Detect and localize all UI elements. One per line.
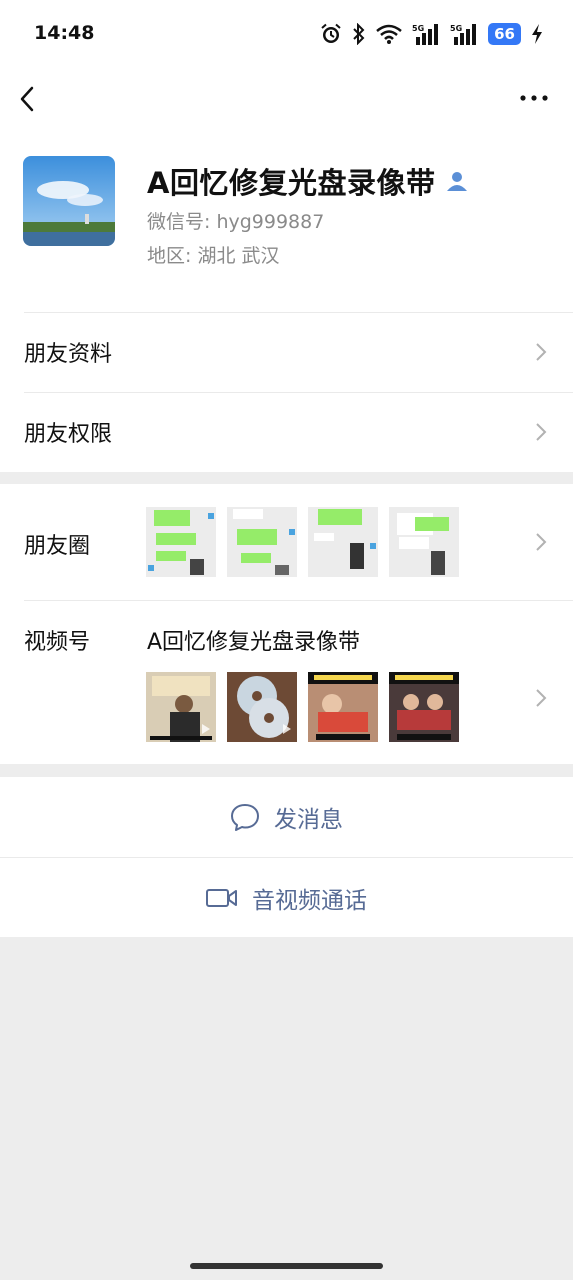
menu-block: 朋友资料 朋友权限	[0, 312, 573, 472]
wifi-icon	[376, 24, 402, 44]
moments-thumbnails	[146, 507, 459, 577]
channels-label: 视频号	[24, 630, 91, 655]
signal-5g-icon-1: 5G	[412, 24, 439, 45]
top-nav-bar	[0, 68, 573, 130]
moments-thumbnail[interactable]	[227, 507, 297, 577]
avatar-image	[23, 156, 115, 246]
channel-name: A回忆修复光盘录像带	[147, 630, 361, 655]
contact-name: A回忆修复光盘录像带	[147, 166, 436, 200]
network1-text: 5G	[412, 24, 424, 33]
alarm-icon	[321, 23, 341, 43]
moments-thumbnail[interactable]	[389, 507, 459, 577]
friend-info-item[interactable]: 朋友资料	[0, 312, 573, 392]
region: 地区: 湖北 武汉	[147, 245, 280, 267]
more-dots-icon	[520, 95, 548, 101]
chevron-right-icon	[536, 423, 547, 441]
status-icons: 5G 5G 66	[320, 20, 543, 48]
actions-block: 发消息 音视频通话	[0, 777, 573, 937]
channel-thumbnails	[146, 672, 459, 742]
friend-info-label: 朋友资料	[24, 342, 113, 367]
friend-permissions-item[interactable]: 朋友权限	[0, 392, 573, 472]
moments-label: 朋友圈	[24, 534, 91, 559]
home-indicator[interactable]	[190, 1263, 383, 1269]
moments-thumbnail[interactable]	[146, 507, 216, 577]
profile-header: A回忆修复光盘录像带 微信号: hyg999887 地区: 湖北 武汉	[0, 130, 573, 312]
chevron-right-icon	[536, 343, 547, 361]
video-call-button[interactable]: 音视频通话	[0, 857, 573, 937]
channel-video-thumbnail[interactable]	[227, 672, 297, 742]
bluetooth-icon	[353, 23, 365, 45]
chevron-right-icon	[536, 689, 547, 708]
signal-5g-icon-2: 5G	[450, 24, 477, 45]
charging-icon	[532, 24, 542, 44]
battery-level: 66	[488, 23, 521, 45]
more-button[interactable]	[519, 88, 549, 108]
channels-row[interactable]: 视频号 A回忆修复光盘录像带	[0, 600, 573, 764]
network2-text: 5G	[450, 24, 462, 33]
status-bar: 14:48 5G 5G 66	[0, 0, 573, 68]
name-row: A回忆修复光盘录像带	[147, 160, 469, 202]
avatar[interactable]	[23, 156, 115, 246]
wechat-id: 微信号: hyg999887	[147, 211, 325, 233]
person-icon	[447, 172, 468, 191]
moments-thumbnail[interactable]	[308, 507, 378, 577]
channel-video-thumbnail[interactable]	[308, 672, 378, 742]
moments-channels-block: 朋友圈 视频号 A回忆修复光盘录像带	[0, 484, 573, 764]
moments-row[interactable]: 朋友圈	[0, 484, 573, 600]
channel-video-thumbnail[interactable]	[389, 672, 459, 742]
channel-video-thumbnail[interactable]	[146, 672, 216, 742]
chevron-right-icon	[536, 533, 547, 551]
status-time: 14:48	[34, 22, 95, 44]
chat-bubble-icon	[231, 804, 259, 831]
friend-permissions-label: 朋友权限	[24, 422, 113, 447]
back-arrow-icon	[20, 86, 34, 112]
send-message-button[interactable]: 发消息	[0, 777, 573, 857]
video-camera-icon	[206, 888, 237, 907]
video-call-label: 音视频通话	[252, 887, 367, 914]
back-button[interactable]	[14, 82, 44, 116]
send-message-label: 发消息	[274, 807, 343, 833]
